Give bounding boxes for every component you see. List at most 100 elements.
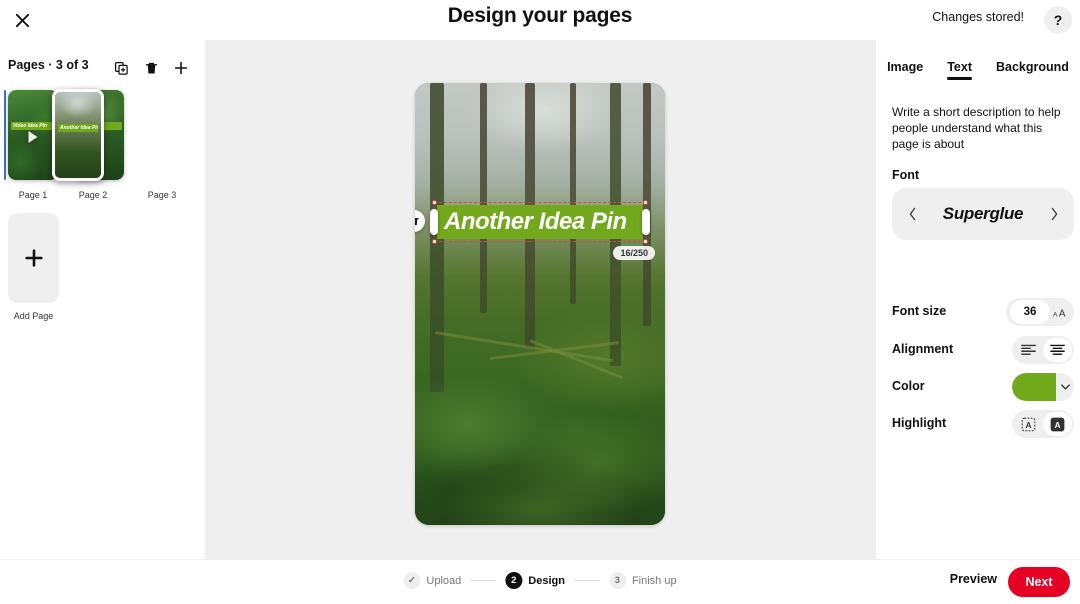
plus-icon (174, 61, 188, 75)
canvas-area: Another Idea Pin 16/250 (205, 40, 876, 559)
resize-handle-bottom-left[interactable] (432, 239, 437, 244)
page-canvas[interactable]: Another Idea Pin 16/250 (415, 83, 665, 525)
add-page-button[interactable] (168, 55, 194, 81)
thumbnail-caption-2: Page 2 (78, 190, 108, 200)
resize-handle-top-left[interactable] (432, 200, 437, 205)
color-label: Color (892, 379, 925, 393)
step-label-upload: Upload (426, 574, 462, 587)
alignment-row: Alignment (892, 336, 1074, 364)
font-section-label: Font (892, 168, 920, 182)
step-design[interactable]: 2 Design (505, 572, 565, 589)
idea-pin-editor: Design your pages Changes stored! ? Page… (0, 0, 1080, 604)
play-icon (28, 130, 38, 143)
page-thumbnail-strip: Video Idea Pin a Pin Another Idea Pin Pa… (0, 89, 205, 205)
color-swatch[interactable] (1012, 373, 1056, 401)
character-counter: 16/250 (613, 246, 655, 260)
top-bar: Design your pages Changes stored! ? (0, 0, 1080, 40)
text-overlay-label: Another Idea Pin (444, 208, 627, 235)
tree-trunk (480, 83, 487, 313)
footer-bar: ✓ Upload 2 Design 3 Finish up Preview Ne… (0, 559, 1080, 604)
highlight-on-button[interactable]: A (1043, 412, 1072, 436)
align-left-icon (1021, 344, 1036, 355)
color-row: Color (892, 373, 1074, 401)
tab-image[interactable]: Image (887, 60, 923, 80)
options-panel: Image Text Background Write a short desc… (876, 40, 1080, 559)
step-indicator: ✓ Upload 2 Design 3 Finish up (403, 572, 677, 589)
pages-panel: Pages · 3 of 3 Video Idea Pin Another Id… (0, 40, 205, 559)
canvas-photo (415, 83, 665, 525)
align-center-button[interactable] (1043, 338, 1072, 362)
resize-handle-right[interactable] (642, 209, 650, 235)
font-size-label: Font size (892, 304, 947, 318)
align-left-button[interactable] (1014, 338, 1043, 362)
thumbnail-image (55, 92, 101, 178)
page-title: Design your pages (447, 4, 633, 27)
resize-handle-left[interactable] (430, 209, 438, 235)
highlight-control: A A (1012, 410, 1074, 438)
color-picker[interactable] (1012, 373, 1074, 401)
chevron-right-icon (1051, 207, 1057, 221)
step-bubble-2: 2 (505, 572, 523, 589)
highlight-off-button[interactable]: A (1014, 412, 1043, 436)
tab-text[interactable]: Text (947, 60, 972, 80)
highlight-label: Highlight (892, 416, 947, 430)
options-tabs: Image Text Background (876, 60, 1080, 80)
font-name-value: Superglue (942, 204, 1024, 223)
highlight-off-icon: A (1021, 417, 1036, 431)
help-button[interactable]: ? (1044, 6, 1072, 34)
duplicate-icon (114, 61, 128, 75)
font-prev-button[interactable] (902, 204, 922, 224)
plus-icon (24, 249, 43, 267)
svg-text:A: A (1054, 419, 1060, 429)
thumbnail-caption-3: Page 3 (147, 190, 177, 200)
svg-text:A: A (1025, 419, 1031, 429)
page-thumbnail-2[interactable]: Another Idea Pin (52, 89, 104, 181)
font-size-control[interactable]: A A (1006, 298, 1074, 326)
text-size-icon[interactable]: A A (1050, 300, 1072, 324)
add-page-area: Add Page (8, 213, 59, 321)
step-bubble-check: ✓ (403, 572, 421, 589)
page-thumbnail-1[interactable]: Video Idea Pin (8, 90, 58, 180)
font-next-button[interactable] (1044, 204, 1064, 224)
next-button[interactable]: Next (1008, 567, 1070, 597)
font-size-input[interactable] (1010, 300, 1050, 324)
highlight-row: Highlight A A (892, 410, 1074, 438)
chevron-down-icon (1056, 373, 1074, 401)
step-separator (573, 580, 600, 581)
resize-handle-top-right[interactable] (643, 200, 648, 205)
font-picker[interactable]: Superglue (892, 188, 1074, 240)
save-status: Changes stored! (932, 10, 1024, 24)
alignment-control (1012, 336, 1074, 364)
align-center-icon (1050, 344, 1065, 355)
step-separator (470, 580, 497, 581)
step-label-design: Design (528, 574, 565, 587)
delete-page-button[interactable] (138, 55, 164, 81)
trash-icon (415, 217, 419, 225)
step-upload[interactable]: ✓ Upload (403, 572, 461, 589)
svg-text:A: A (1053, 311, 1058, 318)
pages-count-label: Pages · 3 of 3 (8, 58, 89, 72)
thumbnail-overlay-text: Video Idea Pin (11, 122, 55, 130)
font-size-row: Font size A A (892, 298, 1074, 326)
resize-handle-bottom-right[interactable] (643, 239, 648, 244)
step-bubble-3: 3 (608, 572, 626, 589)
duplicate-page-button[interactable] (108, 55, 134, 81)
svg-text:A: A (1058, 308, 1065, 319)
step-label-finish-up: Finish up (631, 574, 677, 587)
tree-trunk (570, 83, 576, 304)
highlight-on-icon: A (1050, 417, 1065, 431)
pages-toolbar (108, 55, 194, 81)
add-page-label: Add Page (13, 311, 54, 321)
thumbnail-overlay-text: Another Idea Pin (58, 124, 98, 132)
panel-description: Write a short description to help people… (892, 105, 1061, 151)
step-finish-up[interactable]: 3 Finish up (608, 572, 677, 589)
chevron-left-icon (909, 207, 915, 221)
text-overlay-block[interactable]: Another Idea Pin (437, 205, 643, 239)
alignment-label: Alignment (892, 342, 954, 356)
selected-page-indicator (4, 90, 6, 180)
add-page-card-button[interactable] (8, 213, 59, 303)
thumbnail-caption-1: Page 1 (18, 190, 48, 200)
trash-icon (145, 62, 157, 73)
preview-button[interactable]: Preview (950, 572, 997, 586)
tab-background[interactable]: Background (996, 60, 1069, 80)
